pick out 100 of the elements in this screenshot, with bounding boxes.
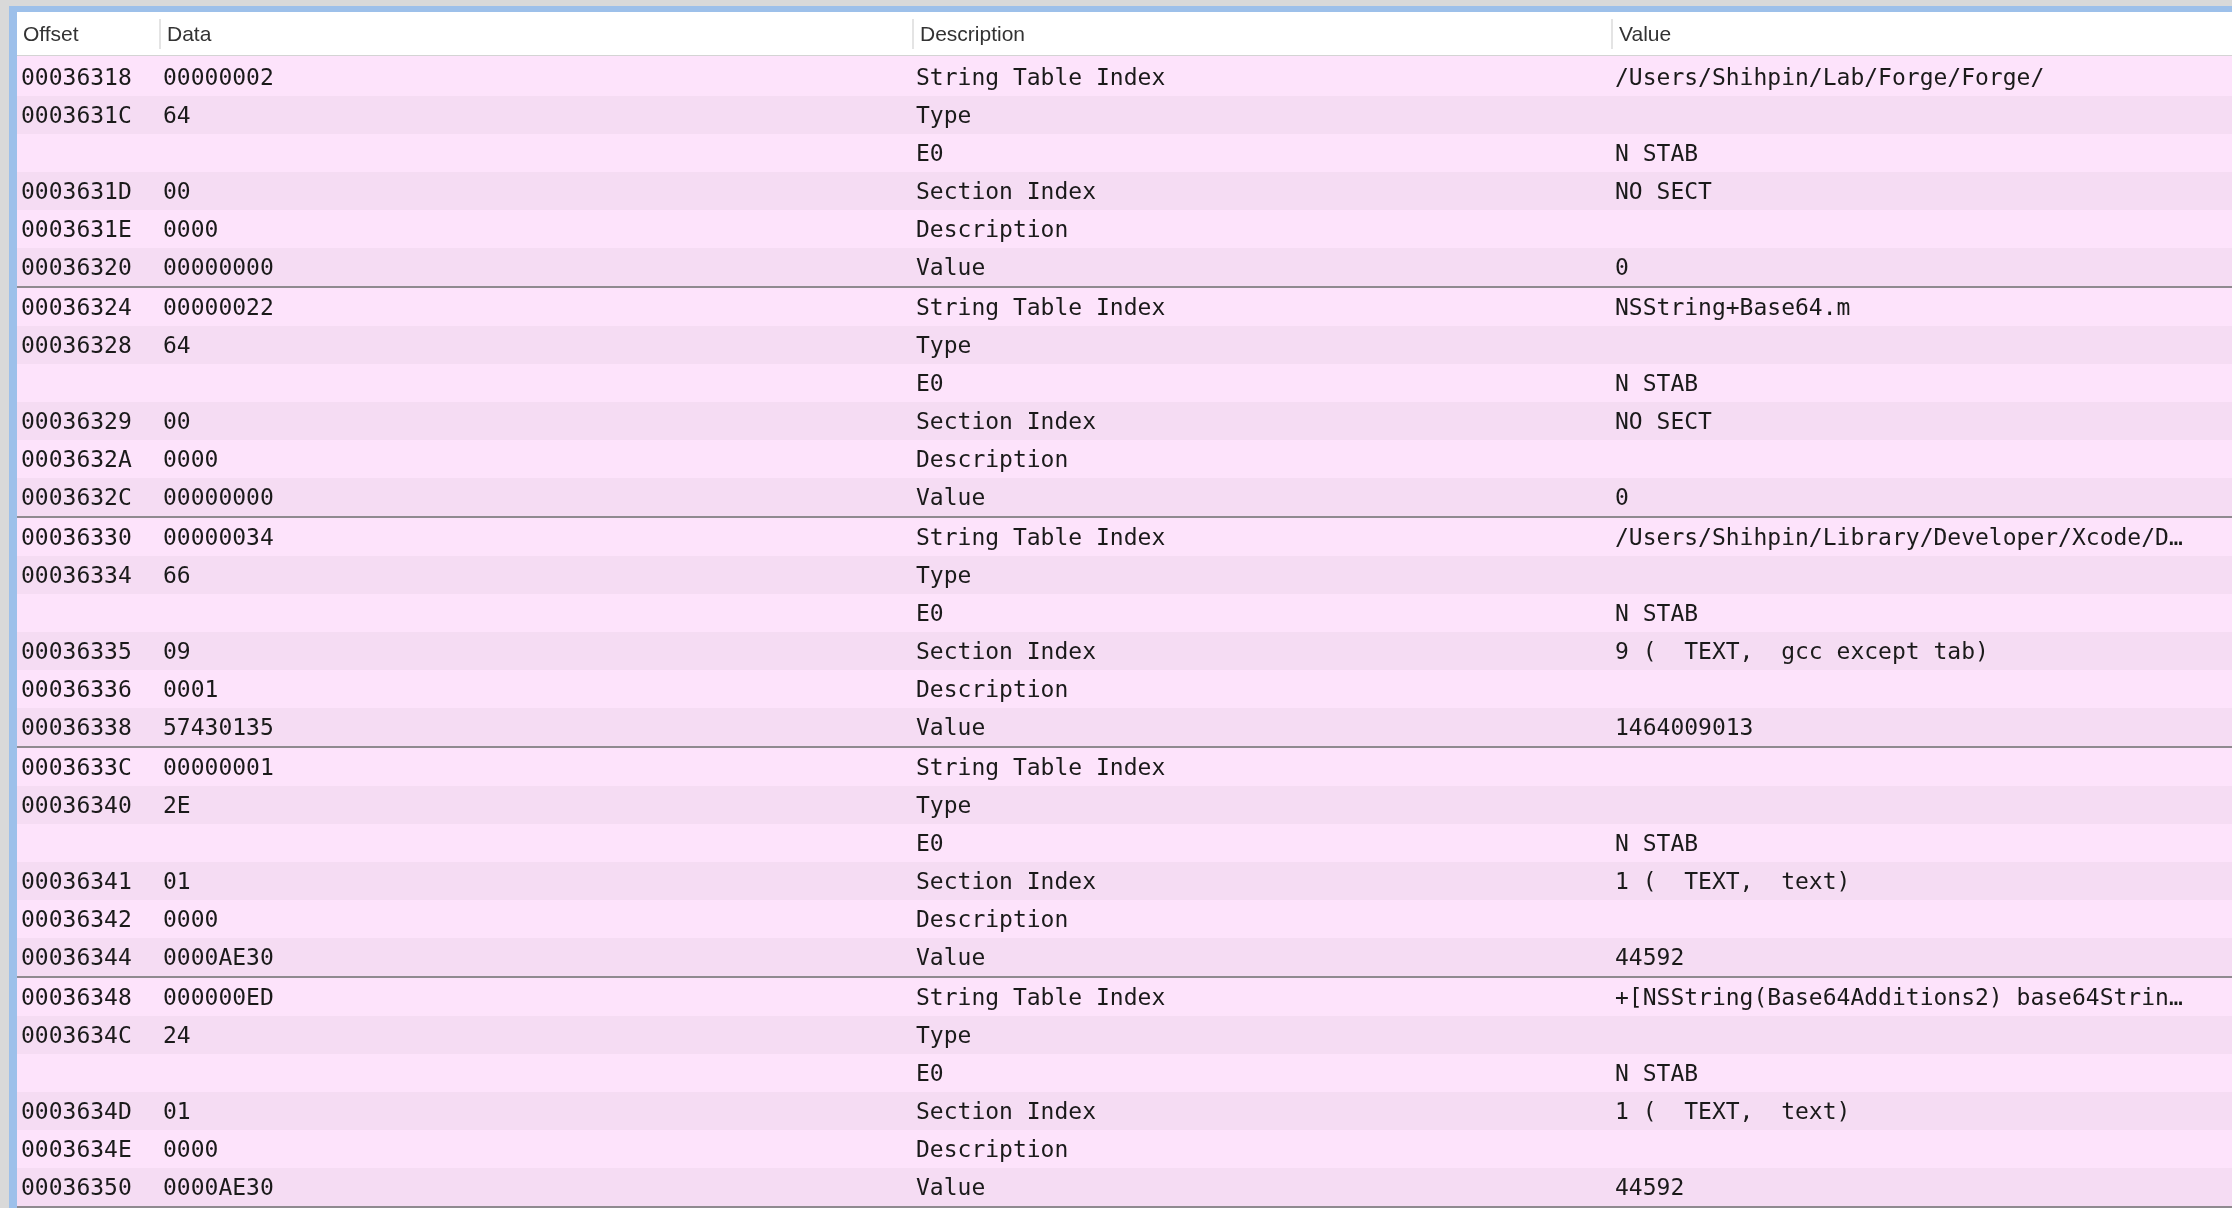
table-cell: N_STAB <box>1615 830 1699 856</box>
table-cell: 00036329 <box>21 408 132 434</box>
table-cell: 57430135 <box>163 714 274 740</box>
table-cell: 0003632A <box>21 446 132 472</box>
table-cell: 1 (__TEXT,__text) <box>1615 1098 1851 1124</box>
table-cell: 00000000 <box>163 484 274 510</box>
table-cell: Section Index <box>916 638 1096 664</box>
table-cell: Description <box>916 906 1069 932</box>
table-cell: 0000 <box>163 216 219 242</box>
table-cell: 0000 <box>163 1136 219 1162</box>
table-cell: String Table Index <box>916 64 1166 90</box>
table-cell: 00036338 <box>21 714 132 740</box>
table-cell: 00036334 <box>21 562 132 588</box>
table-cell: 00036330 <box>21 524 132 550</box>
table-cell: Type <box>916 1022 972 1048</box>
table-cell: NSString+Base64.m <box>1615 294 1851 320</box>
column-header[interactable]: Offset <box>17 18 159 49</box>
table-cell: Type <box>916 102 972 128</box>
column-header[interactable]: Value <box>1611 18 2232 49</box>
table-cell: E0 <box>916 1060 944 1086</box>
table-cell: Value <box>916 944 986 970</box>
table-cell: 0003631E <box>21 216 132 242</box>
table-cell: String Table Index <box>916 754 1166 780</box>
table-cell: 00036350 <box>21 1174 132 1200</box>
table-cell: 0 <box>1615 484 1629 510</box>
table-cell: N_STAB <box>1615 600 1699 626</box>
table-cell: Value <box>916 254 986 280</box>
table-cell: 00 <box>163 408 191 434</box>
table-cell: E0 <box>916 600 944 626</box>
column-header[interactable]: Description <box>912 18 1611 49</box>
table-cell: Description <box>916 446 1069 472</box>
table-cell: N_STAB <box>1615 370 1699 396</box>
table-cell: N_STAB <box>1615 140 1699 166</box>
table-cell: 0003633C <box>21 754 132 780</box>
table-cell: 00000002 <box>163 64 274 90</box>
table-cell: 0003634C <box>21 1022 132 1048</box>
table-cell: 00036348 <box>21 984 132 1010</box>
table-cell: +[NSString(Base64Additions2) base64Strin… <box>1615 984 2183 1010</box>
table-cell: E0 <box>916 370 944 396</box>
table-cell: Type <box>916 562 972 588</box>
table-cell: 0003631D <box>21 178 132 204</box>
table-cell: 01 <box>163 868 191 894</box>
table-cell: 64 <box>163 102 191 128</box>
table-cell: 9 (__TEXT,__gcc_except_tab) <box>1615 638 1989 664</box>
table-cell: 1464009013 <box>1615 714 1754 740</box>
table-cell: 00000000 <box>163 254 274 280</box>
table-cell: 00036320 <box>21 254 132 280</box>
table-cell: 0003634D <box>21 1098 132 1124</box>
table-cell: 00036324 <box>21 294 132 320</box>
table-cell: 00000001 <box>163 754 274 780</box>
table-cell: 66 <box>163 562 191 588</box>
table-cell: 00 <box>163 178 191 204</box>
table-cell: 000000ED <box>163 984 274 1010</box>
table-cell: String Table Index <box>916 524 1166 550</box>
table-cell: 00036342 <box>21 906 132 932</box>
table-cell: 00036340 <box>21 792 132 818</box>
table-cell: 09 <box>163 638 191 664</box>
table-cell: Description <box>916 1136 1069 1162</box>
table-cell: 64 <box>163 332 191 358</box>
table-cell: 00036344 <box>21 944 132 970</box>
table-cell: 0000 <box>163 906 219 932</box>
table-cell: 24 <box>163 1022 191 1048</box>
table-cell: 0003632C <box>21 484 132 510</box>
table-cell: 00036336 <box>21 676 132 702</box>
table-cell: 44592 <box>1615 944 1685 970</box>
table-cell: Section Index <box>916 178 1096 204</box>
table-cell: NO_SECT <box>1615 178 1712 204</box>
table-cell: /Users/Shihpin/Lab/Forge/Forge/ <box>1615 64 2045 90</box>
table-cell: Description <box>916 676 1069 702</box>
table-cell: String Table Index <box>916 294 1166 320</box>
table-cell: 1 (__TEXT,__text) <box>1615 868 1851 894</box>
table-cell: Section Index <box>916 1098 1096 1124</box>
table-cell: 00036328 <box>21 332 132 358</box>
table-cell: Description <box>916 216 1069 242</box>
table-cell: Type <box>916 332 972 358</box>
table-cell: 00000034 <box>163 524 274 550</box>
table-cell: 01 <box>163 1098 191 1124</box>
table-cell: 0 <box>1615 254 1629 280</box>
table-cell: 0003634E <box>21 1136 132 1162</box>
table-cell: 0000 <box>163 446 219 472</box>
table-cell: E0 <box>916 830 944 856</box>
table-cell: 0000AE30 <box>163 944 274 970</box>
table-cell: Section Index <box>916 408 1096 434</box>
table-cell: 0003631C <box>21 102 132 128</box>
table-cell: 0000AE30 <box>163 1174 274 1200</box>
table-cell: /Users/Shihpin/Library/Developer/Xcode/D… <box>1615 524 2183 550</box>
table-cell: 00036318 <box>21 64 132 90</box>
column-header[interactable]: Data <box>159 18 912 49</box>
table-cell: 00036335 <box>21 638 132 664</box>
table-cell: 0001 <box>163 676 219 702</box>
table-cell: 00036341 <box>21 868 132 894</box>
table-cell: 44592 <box>1615 1174 1685 1200</box>
table-cell: E0 <box>916 140 944 166</box>
table-cell: Section Index <box>916 868 1096 894</box>
table-cell: Value <box>916 714 986 740</box>
table-cell: NO_SECT <box>1615 408 1712 434</box>
table-cell: Value <box>916 484 986 510</box>
table-cell: String Table Index <box>916 984 1166 1010</box>
table-cell: Type <box>916 792 972 818</box>
table-cell: 00000022 <box>163 294 274 320</box>
